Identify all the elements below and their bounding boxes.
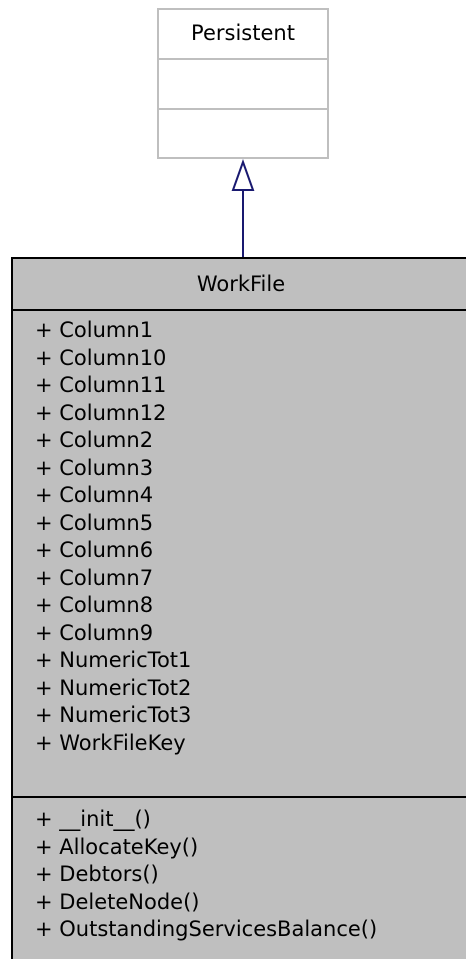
inheritance-arrowhead-icon [231,159,255,191]
operation: + AllocateKey() [35,834,199,859]
attribute: + Column2 [35,428,154,452]
child-operations-compartment: + __init__() + AllocateKey() + Debtors()… [13,798,466,944]
attribute: + Column10 [35,345,167,370]
attribute: + Column6 [35,538,154,562]
attribute: + Column11 [35,373,167,397]
attribute: + WorkFileKey [35,730,186,755]
attribute: + Column5 [35,510,154,535]
attribute: + Column9 [35,620,154,645]
attribute: + Column7 [35,565,154,590]
child-class-name: WorkFile [13,259,466,311]
uml-class-diagram: Persistent WorkFile + Column1 + Column10… [0,0,466,959]
attribute: + Column8 [35,593,154,617]
operation: + DeleteNode() [35,889,200,914]
parent-attributes-compartment [159,60,327,110]
parent-operations-compartment [159,110,327,157]
attribute: + NumericTot1 [35,648,192,672]
child-attributes-compartment: + Column1 + Column10 + Column11 + Column… [13,311,466,798]
attribute: + NumericTot3 [35,703,192,727]
parent-class-box[interactable]: Persistent [157,8,329,159]
attribute: + Column3 [35,455,154,480]
operation: + __init__() [35,807,151,831]
attribute: + Column1 [35,318,154,342]
parent-class-name: Persistent [159,10,327,60]
attribute: + Column4 [35,483,154,507]
child-class-box[interactable]: WorkFile + Column1 + Column10 + Column11… [11,257,466,959]
attribute: + NumericTot2 [35,675,192,700]
attribute: + Column12 [35,400,167,425]
operation: + OutstandingServicesBalance() [35,917,378,941]
operation: + Debtors() [35,862,159,886]
